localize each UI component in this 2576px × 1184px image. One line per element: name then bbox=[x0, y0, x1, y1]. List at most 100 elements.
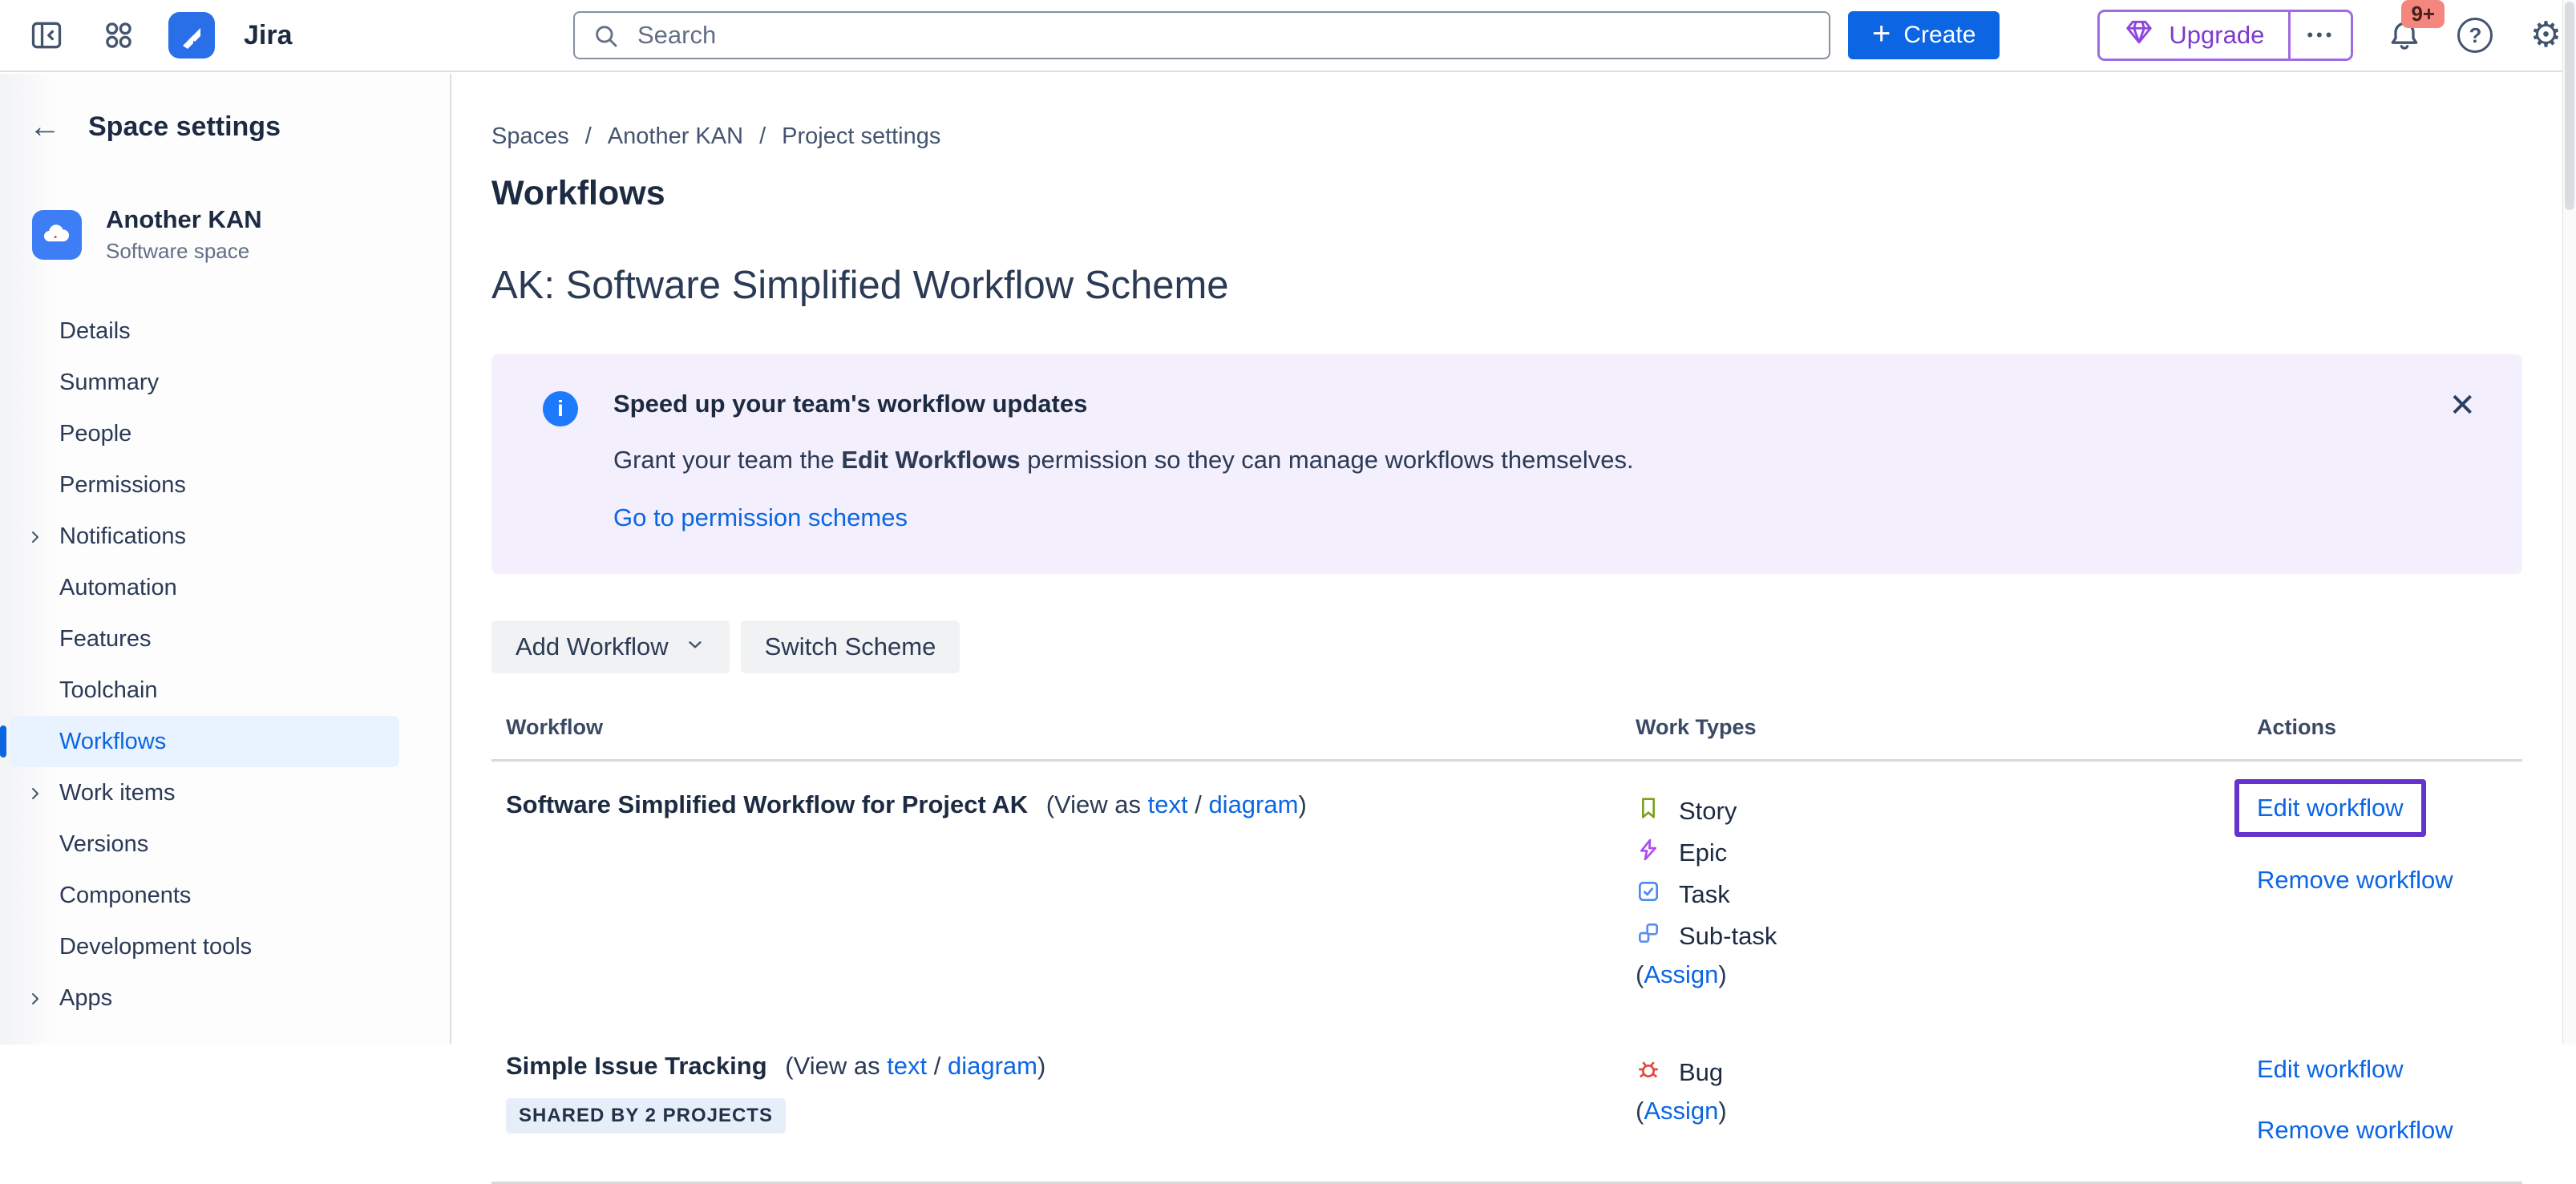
upgrade-button[interactable]: Upgrade bbox=[2100, 12, 2288, 59]
upgrade-split-button: Upgrade ••• bbox=[2097, 10, 2353, 61]
space-name: Another KAN bbox=[106, 205, 262, 234]
sidebar-item-label: Permissions bbox=[59, 472, 186, 499]
column-header-actions: Actions bbox=[2257, 715, 2522, 740]
scrollbar-thumb[interactable] bbox=[2565, 2, 2574, 210]
sidebar-item-label: Details bbox=[59, 318, 131, 345]
view-as-close: ) bbox=[1037, 1052, 1045, 1080]
column-header-work-types: Work Types bbox=[1636, 715, 2257, 740]
sidebar-item-development-tools[interactable]: Development tools bbox=[10, 921, 399, 972]
search-input[interactable] bbox=[573, 11, 1830, 59]
workflow-name: Software Simplified Workflow for Project… bbox=[506, 790, 1028, 818]
bug-icon bbox=[1636, 1057, 1661, 1089]
add-workflow-button[interactable]: Add Workflow bbox=[491, 620, 730, 673]
app-switcher-icon[interactable] bbox=[96, 13, 141, 58]
sidebar-item-notifications[interactable]: Notifications bbox=[10, 511, 399, 562]
assign-link[interactable]: Assign bbox=[1644, 1097, 1718, 1125]
upgrade-button-label: Upgrade bbox=[2169, 21, 2264, 50]
switch-scheme-button[interactable]: Switch Scheme bbox=[741, 620, 960, 673]
ellipsis-icon: ••• bbox=[2307, 25, 2335, 46]
view-as-diagram-link[interactable]: diagram bbox=[1208, 790, 1298, 818]
close-icon: ✕ bbox=[2449, 388, 2476, 423]
sidebar-item-details[interactable]: Details bbox=[10, 305, 399, 357]
space-identity-text: Another KAN Software space bbox=[106, 205, 262, 264]
sidebar-item-label: Toolchain bbox=[59, 677, 158, 704]
work-type-label: Epic bbox=[1679, 838, 1727, 867]
sidebar-item-components[interactable]: Components bbox=[10, 870, 399, 921]
view-as-text-link[interactable]: text bbox=[887, 1052, 927, 1080]
work-type-story: Story bbox=[1636, 790, 2257, 832]
create-button-label: Create bbox=[1903, 22, 1975, 49]
assign-line: (Assign) bbox=[1636, 960, 2257, 989]
work-type-task: Task bbox=[1636, 874, 2257, 915]
sidebar-item-label: Summary bbox=[59, 370, 159, 396]
assign-close: ) bbox=[1718, 1097, 1726, 1125]
breadcrumb-project-settings[interactable]: Project settings bbox=[782, 123, 940, 150]
back-arrow-icon[interactable]: ← bbox=[29, 111, 61, 143]
create-button[interactable]: + Create bbox=[1848, 11, 2000, 59]
permission-schemes-link[interactable]: Go to permission schemes bbox=[613, 503, 908, 532]
sidebar-title: Space settings bbox=[88, 111, 281, 143]
breadcrumb-project[interactable]: Another KAN bbox=[608, 123, 743, 150]
breadcrumb-spaces[interactable]: Spaces bbox=[491, 123, 569, 150]
topbar-right: + Create Upgrade ••• 9+ bbox=[1848, 10, 2576, 61]
sidebar-item-label: Development tools bbox=[59, 934, 252, 960]
work-type-label: Task bbox=[1679, 880, 1730, 909]
view-as-text-link[interactable]: text bbox=[1148, 790, 1188, 818]
info-banner: i Speed up your team's workflow updates … bbox=[491, 354, 2522, 574]
sidebar-item-work-items[interactable]: Work items bbox=[10, 767, 399, 818]
table-row: Simple Issue Tracking (View as text / di… bbox=[491, 1023, 2522, 1184]
view-as-diagram-link[interactable]: diagram bbox=[948, 1052, 1037, 1080]
sidebar-item-workflows[interactable]: Workflows bbox=[10, 716, 399, 767]
table-header-row: Workflow Work Types Actions bbox=[491, 715, 2522, 762]
work-types-cell: Bug (Assign) bbox=[1636, 1052, 2257, 1145]
upgrade-more-button[interactable]: ••• bbox=[2288, 12, 2351, 59]
sidebar-item-apps[interactable]: Apps bbox=[10, 972, 399, 1024]
jira-logo-icon[interactable] bbox=[168, 12, 215, 59]
view-as: (View as text / diagram) bbox=[1046, 790, 1307, 818]
assign-open: ( bbox=[1636, 960, 1644, 988]
column-header-workflow: Workflow bbox=[506, 715, 1636, 740]
workflow-name: Simple Issue Tracking bbox=[506, 1052, 767, 1080]
sidebar-item-people[interactable]: People bbox=[10, 408, 399, 459]
chevron-right-icon bbox=[26, 783, 45, 810]
collapse-sidebar-icon[interactable] bbox=[24, 13, 69, 58]
subtask-icon bbox=[1636, 920, 1661, 952]
sidebar-item-summary[interactable]: Summary bbox=[10, 357, 399, 408]
gem-icon bbox=[2124, 17, 2154, 54]
shared-projects-badge: SHARED BY 2 PROJECTS bbox=[506, 1098, 786, 1133]
sidebar-item-versions[interactable]: Versions bbox=[10, 818, 399, 870]
banner-close-button[interactable]: ✕ bbox=[2444, 385, 2481, 426]
sidebar-item-label: Apps bbox=[59, 985, 112, 1012]
edit-workflow-link[interactable]: Edit workflow bbox=[2257, 794, 2404, 822]
remove-workflow-link[interactable]: Remove workflow bbox=[2257, 866, 2522, 895]
search-container bbox=[573, 11, 1830, 59]
story-icon bbox=[1636, 795, 1661, 827]
assign-open: ( bbox=[1636, 1097, 1644, 1125]
work-type-label: Story bbox=[1679, 797, 1737, 826]
edit-workflow-link[interactable]: Edit workflow bbox=[2257, 1055, 2522, 1084]
remove-workflow-link[interactable]: Remove workflow bbox=[2257, 1116, 2522, 1145]
assign-link[interactable]: Assign bbox=[1644, 960, 1718, 988]
sidebar-item-automation[interactable]: Automation bbox=[10, 562, 399, 613]
sidebar-item-label: Versions bbox=[59, 831, 148, 858]
scrollbar-track[interactable] bbox=[2562, 0, 2576, 1045]
assign-line: (Assign) bbox=[1636, 1097, 2257, 1125]
sidebar-item-label: People bbox=[59, 421, 131, 447]
sidebar-item-features[interactable]: Features bbox=[10, 613, 399, 665]
breadcrumb-separator: / bbox=[585, 123, 592, 150]
task-icon bbox=[1636, 879, 1661, 911]
sidebar-item-label: Features bbox=[59, 626, 151, 653]
workflow-cell: Software Simplified Workflow for Project… bbox=[506, 790, 1636, 989]
chevron-right-icon bbox=[26, 988, 45, 1015]
work-type-subtask: Sub-task bbox=[1636, 915, 2257, 957]
sidebar-item-label: Components bbox=[59, 883, 191, 909]
notifications-button[interactable]: 9+ bbox=[2382, 13, 2427, 58]
sidebar-item-permissions[interactable]: Permissions bbox=[10, 459, 399, 511]
work-type-epic: Epic bbox=[1636, 832, 2257, 874]
workflow-toolbar: Add Workflow Switch Scheme bbox=[491, 620, 2522, 673]
view-as-open: (View as bbox=[1046, 790, 1148, 818]
gear-icon: ⚙ bbox=[2530, 18, 2562, 53]
help-button[interactable]: ? bbox=[2453, 13, 2497, 58]
sidebar-item-toolchain[interactable]: Toolchain bbox=[10, 665, 399, 716]
banner-body-prefix: Grant your team the bbox=[613, 446, 841, 474]
